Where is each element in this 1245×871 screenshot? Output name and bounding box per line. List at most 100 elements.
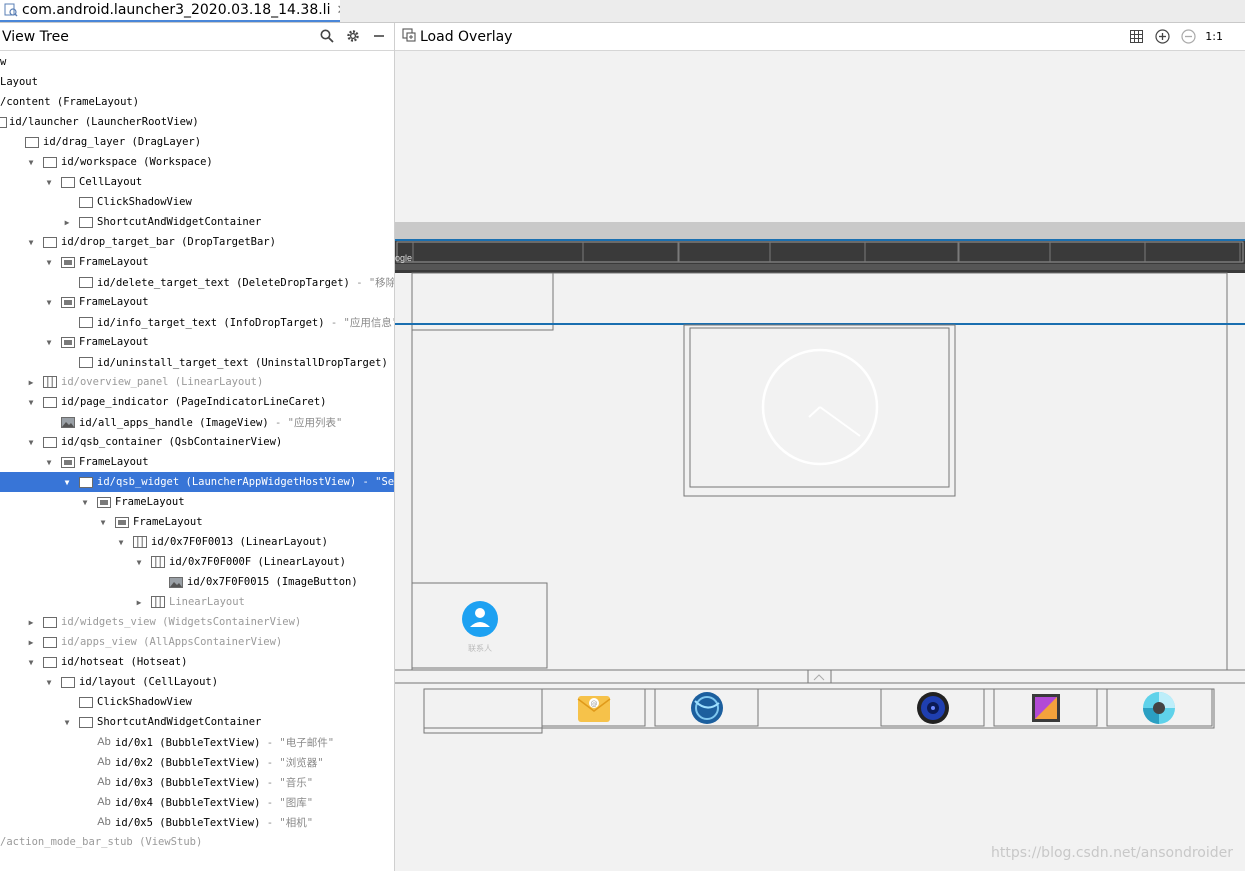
tree-row[interactable]: Ab id/0x1 (BubbleTextView) - "电子邮件" <box>0 732 394 752</box>
expand-arrow-down-icon[interactable]: ▼ <box>98 517 108 527</box>
tree-row-text: /action_mode_bar_stub (ViewStub) <box>0 836 203 848</box>
search-icon[interactable] <box>318 27 336 45</box>
tree-row-label: ShortcutAndWidgetContainer <box>97 716 261 728</box>
tree-row[interactable]: ▼ id/0x7F0F000F (LinearLayout) <box>0 552 394 572</box>
tree-row[interactable]: Ab id/0x4 (BubbleTextView) - "图库" <box>0 792 394 812</box>
tree-row[interactable]: ▼ CellLayout <box>0 172 394 192</box>
tree-row[interactable]: ClickShadowView <box>0 692 394 712</box>
tree-row[interactable]: ▼ FrameLayout <box>0 492 394 512</box>
device-preview[interactable]: ogle 联系人 @ <box>395 51 1245 871</box>
tree-row[interactable]: ▼ id/drop_target_bar (DropTargetBar) <box>0 232 394 252</box>
mail-app-icon[interactable]: @ <box>577 696 611 722</box>
tree-row[interactable]: ▼ id/hotseat (Hotseat) <box>0 652 394 672</box>
tree-row-label: id/qsb_container (QsbContainerView) <box>61 436 282 448</box>
gear-icon[interactable] <box>344 27 362 45</box>
expand-arrow-down-icon[interactable]: ▼ <box>116 537 126 547</box>
tree-row[interactable]: ▶ LinearLayout <box>0 592 394 612</box>
tree-row[interactable]: ▼ FrameLayout <box>0 512 394 532</box>
tree-row-label: id/uninstall_target_text (UninstallDropT… <box>97 355 394 370</box>
tree-row-text: ClickShadowView <box>97 196 192 208</box>
tree-row-text: FrameLayout <box>79 296 149 308</box>
expand-arrow-down-icon[interactable]: ▼ <box>62 477 72 487</box>
tree-row[interactable]: w <box>0 52 394 72</box>
expand-arrow-down-icon[interactable]: ▼ <box>26 237 36 247</box>
close-tab-icon[interactable]: ✕ <box>336 3 340 18</box>
expand-arrow-right-icon[interactable]: ▶ <box>26 637 36 647</box>
tree-row[interactable]: id/info_target_text (InfoDropTarget) - "… <box>0 312 394 332</box>
expand-arrow-down-icon[interactable]: ▼ <box>26 397 36 407</box>
tree-row[interactable]: Ab id/0x3 (BubbleTextView) - "音乐" <box>0 772 394 792</box>
tree-row[interactable]: ▼ FrameLayout <box>0 452 394 472</box>
tree-row[interactable]: Ab id/0x2 (BubbleTextView) - "浏览器" <box>0 752 394 772</box>
tab-bar: com.android.launcher3_2020.03.18_14.38.l… <box>0 0 1245 23</box>
tree-row[interactable]: /content (FrameLayout) <box>0 92 394 112</box>
expand-arrow-right-icon[interactable]: ▶ <box>26 617 36 627</box>
frame-layout-icon <box>43 616 57 628</box>
linear-layout-icon <box>151 596 165 608</box>
expand-arrow-down-icon[interactable]: ▼ <box>44 677 54 687</box>
tree-row[interactable]: ▼ FrameLayout <box>0 252 394 272</box>
expand-arrow-down-icon[interactable]: ▼ <box>26 657 36 667</box>
frame-layout-filled-icon <box>97 496 111 508</box>
expand-arrow-down-icon[interactable]: ▼ <box>80 497 90 507</box>
gallery-app-icon[interactable] <box>1032 694 1060 722</box>
tree-row[interactable]: /action_mode_bar_stub (ViewStub) <box>0 832 394 852</box>
expand-arrow-right-icon[interactable]: ▶ <box>134 597 144 607</box>
tree-row-text: id/page_indicator (PageIndicatorLineCare… <box>61 396 327 408</box>
file-tab[interactable]: com.android.launcher3_2020.03.18_14.38.l… <box>0 0 340 22</box>
tree-row[interactable]: ▼ FrameLayout <box>0 292 394 312</box>
tree-row-text: ClickShadowView <box>97 696 192 708</box>
expand-arrow-down-icon[interactable]: ▼ <box>134 557 144 567</box>
tree-row-content-desc: - "图库" <box>260 796 314 809</box>
tree-row-text: id/0x5 (BubbleTextView) <box>115 816 261 829</box>
tree-row-label: FrameLayout <box>79 256 149 268</box>
zoom-out-icon[interactable] <box>1179 27 1197 45</box>
load-overlay-icon[interactable] <box>402 27 416 46</box>
search-bar-text: ogle <box>395 253 412 263</box>
tree-row[interactable]: id/uninstall_target_text (UninstallDropT… <box>0 352 394 372</box>
expand-arrow-down-icon[interactable]: ▼ <box>26 437 36 447</box>
tree-row[interactable]: ▼ id/layout (CellLayout) <box>0 672 394 692</box>
tree-row[interactable]: ▶ id/apps_view (AllAppsContainerView) <box>0 632 394 652</box>
tree-row[interactable]: ClickShadowView <box>0 192 394 212</box>
minimize-icon[interactable] <box>370 27 388 45</box>
tree-row[interactable]: ▼ id/page_indicator (PageIndicatorLineCar… <box>0 392 394 412</box>
watermark: https://blog.csdn.net/ansondroider <box>991 845 1233 861</box>
tree-row[interactable]: Layout <box>0 72 394 92</box>
expand-arrow-down-icon[interactable]: ▼ <box>62 717 72 727</box>
tree-row[interactable]: id/delete_target_text (DeleteDropTarget)… <box>0 272 394 292</box>
tree-row[interactable]: ▼ id/qsb_widget (LauncherAppWidgetHostVie… <box>0 472 394 492</box>
tree-row[interactable]: id/all_apps_handle (ImageView) - "应用列表" <box>0 412 394 432</box>
tree-row-label: id/0x2 (BubbleTextView) - "浏览器" <box>115 755 324 770</box>
expand-arrow-down-icon[interactable]: ▼ <box>44 177 54 187</box>
browser-app-icon[interactable] <box>691 692 723 724</box>
tree-row-label: FrameLayout <box>79 456 149 468</box>
tree-row[interactable]: ▶ id/widgets_view (WidgetsContainerView) <box>0 612 394 632</box>
expand-arrow-down-icon[interactable]: ▼ <box>44 297 54 307</box>
zoom-in-icon[interactable] <box>1153 27 1171 45</box>
frame-layout-icon <box>79 356 93 368</box>
zoom-reset-button[interactable]: 1:1 <box>1205 30 1223 43</box>
expand-arrow-down-icon[interactable]: ▼ <box>44 457 54 467</box>
status-bar-region <box>395 222 1245 240</box>
camera-app-icon[interactable] <box>1143 692 1175 724</box>
expand-arrow-down-icon[interactable]: ▼ <box>44 257 54 267</box>
tree-row[interactable]: id/launcher (LauncherRootView) <box>0 112 394 132</box>
load-overlay-button[interactable]: Load Overlay <box>420 29 512 45</box>
tree-row[interactable]: ▼ ShortcutAndWidgetContainer <box>0 712 394 732</box>
tree-row[interactable]: ▼ id/qsb_container (QsbContainerView) <box>0 432 394 452</box>
music-app-icon[interactable] <box>917 692 949 724</box>
tree-row[interactable]: ▶ id/overview_panel (LinearLayout) <box>0 372 394 392</box>
tree-row[interactable]: ▶ ShortcutAndWidgetContainer <box>0 212 394 232</box>
expand-arrow-down-icon[interactable]: ▼ <box>26 157 36 167</box>
tree-row[interactable]: ▼ id/0x7F0F0013 (LinearLayout) <box>0 532 394 552</box>
tree-row[interactable]: id/0x7F0F0015 (ImageButton) <box>0 572 394 592</box>
expand-arrow-right-icon[interactable]: ▶ <box>26 377 36 387</box>
tree-row[interactable]: ▼ FrameLayout <box>0 332 394 352</box>
expand-arrow-right-icon[interactable]: ▶ <box>62 217 72 227</box>
grid-icon[interactable] <box>1127 27 1145 45</box>
expand-arrow-down-icon[interactable]: ▼ <box>44 337 54 347</box>
tree-row[interactable]: id/drag_layer (DragLayer) <box>0 132 394 152</box>
tree-row[interactable]: Ab id/0x5 (BubbleTextView) - "相机" <box>0 812 394 832</box>
tree-row[interactable]: ▼ id/workspace (Workspace) <box>0 152 394 172</box>
